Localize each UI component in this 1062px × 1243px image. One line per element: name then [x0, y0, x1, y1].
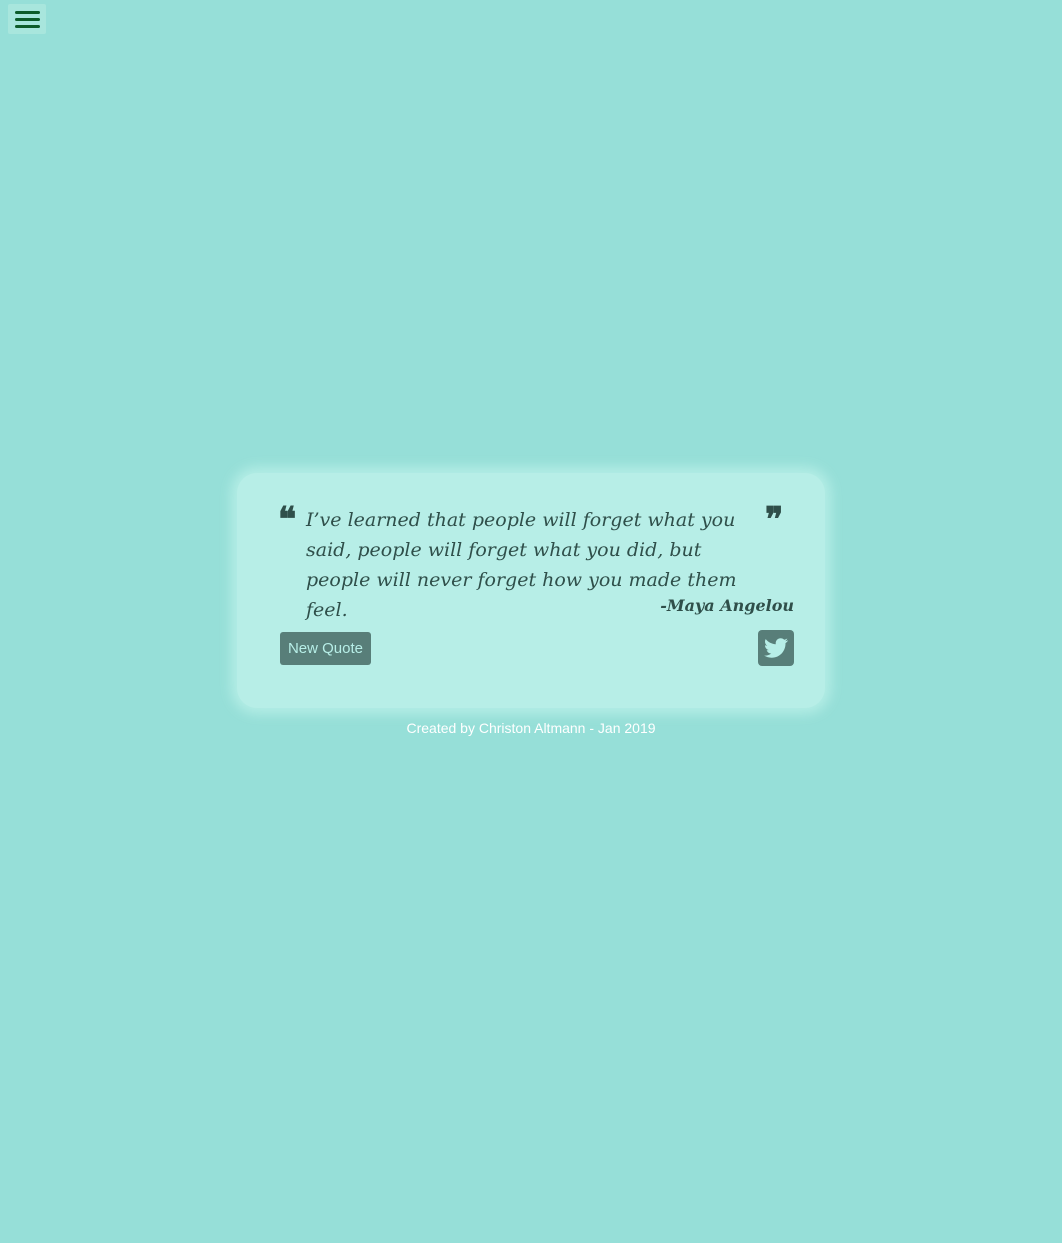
quote-card: ❝ I’ve learned that people will forget w…	[237, 473, 825, 708]
new-quote-button[interactable]: New Quote	[280, 632, 371, 665]
menu-bar	[15, 11, 40, 14]
twitter-icon	[764, 638, 788, 658]
menu-bar	[15, 25, 40, 28]
footer-credit: Created by Christon Altmann - Jan 2019	[406, 720, 656, 736]
quote-author: -Maya Angelou	[660, 596, 794, 615]
menu-bar	[15, 18, 40, 21]
hamburger-menu-button[interactable]	[8, 4, 46, 34]
quote-close-icon: ❞	[765, 500, 784, 540]
quote-open-icon: ❝	[278, 500, 297, 540]
tweet-quote-button[interactable]	[758, 630, 794, 666]
